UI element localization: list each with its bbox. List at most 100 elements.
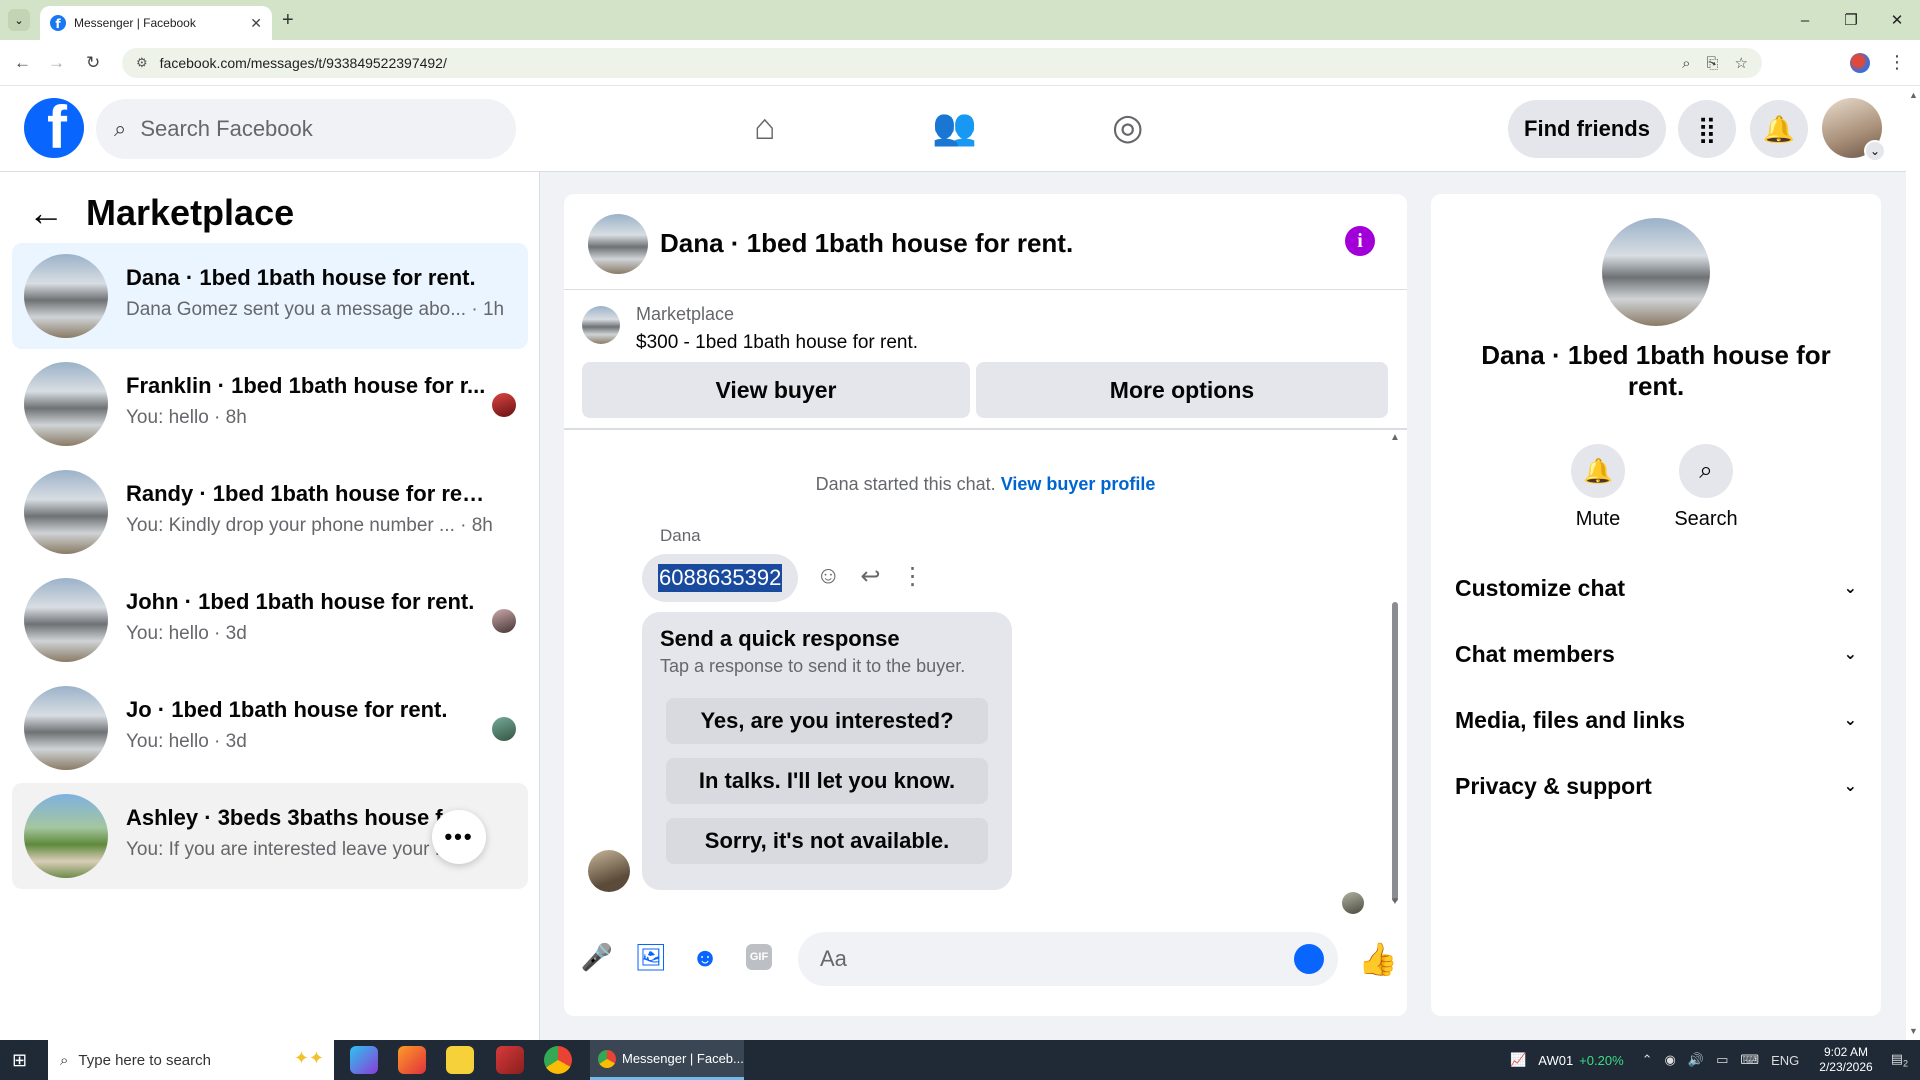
quick-response-button[interactable]: In talks. I'll let you know.: [666, 758, 988, 804]
stock-chart-icon: 📈: [1510, 1052, 1527, 1067]
back-arrow-icon[interactable]: ←: [28, 192, 64, 234]
scroll-down-icon[interactable]: ▼: [1909, 1026, 1918, 1036]
notifications-button[interactable]: 🔔: [1750, 100, 1808, 158]
minimize-button[interactable]: –: [1782, 0, 1828, 40]
conversation-more-button[interactable]: •••: [432, 810, 486, 864]
search-label: Search: [1674, 508, 1738, 530]
zoom-icon[interactable]: ⌕: [1682, 55, 1690, 72]
conversation-name: John · 1bed 1bath house for rent.: [126, 589, 475, 614]
ticker-name[interactable]: AW01: [1538, 1053, 1573, 1068]
site-info-icon[interactable]: ⚙: [136, 55, 148, 71]
conversation-preview: You: Kindly drop your phone number ... ·…: [126, 515, 493, 536]
tab-search-button[interactable]: ⌄: [8, 9, 30, 31]
chrome-icon: [598, 1049, 616, 1068]
conversation-item[interactable]: Jo · 1bed 1bath house for rent. You: hel…: [12, 675, 528, 781]
clock[interactable]: 9:02 AM 2/23/2026: [1819, 1045, 1872, 1075]
more-options-button[interactable]: More options: [976, 362, 1388, 418]
reload-icon[interactable]: ↻: [86, 53, 100, 73]
conversation-item[interactable]: John · 1bed 1bath house for rent. You: h…: [12, 567, 528, 673]
ticker-change: +0.20%: [1579, 1052, 1624, 1068]
home-icon[interactable]: ⌂: [754, 106, 776, 148]
reply-icon[interactable]: ↩: [861, 562, 881, 591]
scrollbar-thumb[interactable]: [1392, 602, 1398, 902]
windows-start-icon[interactable]: ⊞: [12, 1050, 27, 1071]
info-icon[interactable]: i: [1345, 226, 1375, 256]
url-field[interactable]: ⚙ facebook.com/messages/t/93384952239749…: [122, 48, 1762, 78]
view-buyer-profile-link[interactable]: View buyer profile: [1001, 474, 1156, 494]
friends-icon[interactable]: 👥: [932, 106, 977, 148]
browser-menu-icon[interactable]: ⋮: [1888, 52, 1906, 73]
scroll-up-icon[interactable]: ▲: [1909, 90, 1918, 100]
conversation-item[interactable]: Randy · 1bed 1bath house for rent. You: …: [12, 459, 528, 565]
gif-icon[interactable]: GIF: [744, 942, 774, 972]
quick-response-button[interactable]: Sorry, it's not available.: [666, 818, 988, 864]
chevron-up-icon[interactable]: ⌃: [1642, 1052, 1653, 1068]
notification-center-icon[interactable]: ▤2: [1891, 1051, 1908, 1069]
emoji-icon[interactable]: [1294, 944, 1324, 974]
chat-members-section[interactable]: Chat members ⌄: [1455, 634, 1857, 674]
account-avatar[interactable]: ⌄: [1822, 98, 1886, 162]
scroll-down-icon[interactable]: ▼: [1390, 896, 1400, 907]
maximize-button[interactable]: ❐: [1828, 0, 1874, 40]
facebook-search-input[interactable]: ⌕ Search Facebook: [96, 99, 516, 159]
conversation-item[interactable]: Franklin · 1bed 1bath house for r... You…: [12, 351, 528, 457]
apps-grid-button[interactable]: ⣿: [1678, 100, 1736, 158]
search-action[interactable]: ⌕ Search: [1661, 444, 1751, 531]
star-icon[interactable]: ☆: [1735, 54, 1748, 72]
thread-scrollbar[interactable]: ▲ ▼: [1390, 430, 1400, 910]
section-label: Customize chat: [1455, 574, 1625, 601]
chat-title[interactable]: Dana · 1bed 1bath house for rent.: [660, 228, 1073, 259]
media-files-links-section[interactable]: Media, files and links ⌄: [1455, 700, 1857, 740]
privacy-support-section[interactable]: Privacy & support ⌄: [1455, 766, 1857, 806]
more-vertical-icon[interactable]: ⋮: [901, 562, 925, 591]
active-window-button[interactable]: Messenger | Faceb...: [590, 1040, 744, 1080]
mute-action[interactable]: 🔔 Mute: [1553, 444, 1643, 531]
quick-response-button[interactable]: Yes, are you interested?: [666, 698, 988, 744]
sender-avatar[interactable]: [588, 850, 630, 892]
message-input[interactable]: Aa: [798, 932, 1338, 986]
find-friends-button[interactable]: Find friends: [1508, 100, 1666, 158]
sticker-icon[interactable]: ☻: [690, 942, 720, 972]
sticky-notes-app-icon[interactable]: [446, 1046, 474, 1074]
customize-chat-section[interactable]: Customize chat ⌄: [1455, 568, 1857, 608]
scroll-up-icon[interactable]: ▲: [1390, 432, 1400, 443]
message-bubble[interactable]: 6088635392: [642, 554, 799, 602]
browser-tab[interactable]: f Messenger | Facebook ✕: [40, 6, 272, 40]
firefox-app-icon[interactable]: [398, 1046, 426, 1074]
taskbar-search[interactable]: ⌕ Type here to search ✦✦: [48, 1040, 334, 1080]
language-indicator[interactable]: ENG: [1771, 1053, 1799, 1068]
back-icon[interactable]: ←: [14, 53, 31, 73]
forward-icon[interactable]: →: [48, 53, 65, 73]
listing-thumbnail: [24, 254, 108, 338]
listing-price[interactable]: $300 - 1bed 1bath house for rent.: [636, 332, 918, 354]
react-emoji-icon[interactable]: ☺: [816, 562, 841, 591]
page-scrollbar[interactable]: ▲ ▼: [1906, 86, 1920, 1040]
listing-thumbnail: [582, 306, 620, 344]
keyboard-icon[interactable]: ⌨: [1740, 1052, 1759, 1068]
conversation-preview: You: hello · 8h: [126, 407, 247, 428]
browser-profile-icon[interactable]: [1850, 53, 1870, 73]
conversation-preview: You: hello · 3d: [126, 731, 247, 752]
chat-info-name: Dana · 1bed 1bath house for rent.: [1481, 340, 1831, 401]
close-tab-icon[interactable]: ✕: [250, 15, 262, 32]
install-icon[interactable]: ⎘: [1707, 55, 1719, 72]
copilot-app-icon[interactable]: [350, 1046, 378, 1074]
thumbs-up-icon[interactable]: 👍: [1358, 940, 1398, 978]
close-window-button[interactable]: ✕: [1874, 0, 1920, 40]
camera-icon[interactable]: ◉: [1665, 1052, 1676, 1068]
view-buyer-button[interactable]: View buyer: [582, 362, 970, 418]
listing-avatar-large[interactable]: [1602, 218, 1710, 326]
chrome-app-icon[interactable]: [544, 1046, 572, 1074]
conversation-item[interactable]: Dana · 1bed 1bath house for rent. Dana G…: [12, 243, 528, 349]
app-icon[interactable]: [496, 1046, 524, 1074]
chat-avatar[interactable]: [588, 214, 648, 274]
tab-title: Messenger | Facebook: [74, 16, 196, 30]
groups-icon[interactable]: ◎: [1112, 106, 1143, 148]
speaker-icon[interactable]: 🔊: [1688, 1052, 1704, 1068]
facebook-logo[interactable]: f: [24, 98, 84, 158]
new-tab-button[interactable]: +: [282, 9, 294, 32]
photo-icon[interactable]: 🖼: [635, 942, 668, 972]
microphone-icon[interactable]: 🎤: [581, 942, 613, 972]
network-icon[interactable]: ▭: [1716, 1052, 1728, 1068]
listing-banner: Marketplace $300 - 1bed 1bath house for …: [564, 290, 1407, 430]
